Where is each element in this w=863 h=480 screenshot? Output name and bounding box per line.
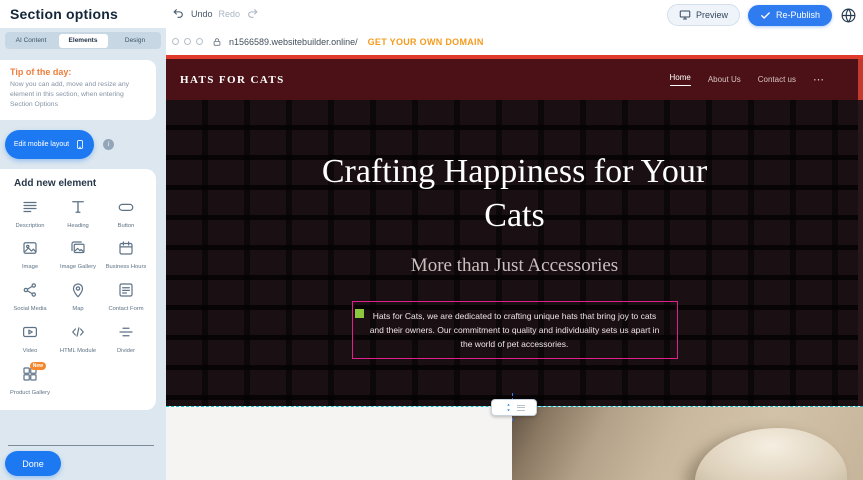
contact-form-icon [117,281,135,299]
add-element-button[interactable]: Button [102,198,150,231]
browser-dot [196,38,203,45]
business-hours-icon [117,239,135,257]
browser-dot [184,38,191,45]
hero-right-strip [858,100,863,406]
main-preview: n1566589.websitebuilder.online/ GET YOUR… [166,28,863,480]
hero-paragraph-box[interactable]: Hats for Cats, we are dedicated to craft… [352,301,678,359]
site-logo[interactable]: HATS FOR CATS [180,74,285,86]
add-element-divider[interactable]: Divider [102,323,150,356]
globe-icon[interactable] [840,7,857,24]
add-element-product-gallery[interactable]: New Product Gallery [6,365,54,398]
nav-more-icon[interactable]: ⋯ [813,73,825,86]
topbar-actions: Preview Re-Publish [667,4,857,26]
redo-button[interactable]: Redo [219,9,241,19]
site-canvas: HATS FOR CATS Home About Us Contact us ⋯… [166,55,863,480]
video-icon [21,323,39,341]
app: Section options Undo Redo Preview Re-Pub… [0,0,863,480]
next-section [166,407,863,480]
monitor-icon [679,9,691,21]
heading-icon [69,198,87,216]
image-icon [21,239,39,257]
page-title: Section options [10,6,118,22]
site-url: n1566589.websitebuilder.online/ [229,37,358,47]
cat-photo[interactable] [512,407,863,480]
add-element-contact-form[interactable]: Contact Form [102,281,150,314]
add-element-business-hours[interactable]: Business Hours [102,239,150,272]
button-icon [117,198,135,216]
sidebar-tabs: AI Content Elements Design [5,32,161,49]
element-grid: Description Heading Button Image Image G… [2,198,154,398]
sidebar-divider [8,445,154,446]
redo-icon[interactable] [246,7,259,20]
tab-ai-content[interactable]: AI Content [7,34,56,48]
check-icon [760,10,771,21]
site-nav: Home About Us Contact us ⋯ [670,73,826,86]
sidebar: AI Content Elements Design Tip of the da… [0,28,166,480]
tip-card: Tip of the day: Now you can add, move an… [0,60,156,120]
map-icon [69,281,87,299]
tip-title: Tip of the day: [10,67,147,77]
description-icon [21,198,39,216]
resize-arrows-icon [504,402,513,413]
edit-mobile-layout-button[interactable]: Edit mobile layout [5,130,94,159]
divider-icon [117,323,135,341]
cat-shape [695,428,847,480]
add-element-image-gallery[interactable]: Image Gallery [54,239,102,272]
add-element-image[interactable]: Image [6,239,54,272]
element-drag-handle[interactable] [355,309,364,318]
add-element-video[interactable]: Video [6,323,54,356]
add-element-description[interactable]: Description [6,198,54,231]
phone-icon [75,137,85,152]
add-element-panel: Add new element Description Heading Butt… [0,169,156,410]
add-element-map[interactable]: Map [54,281,102,314]
new-badge: New [30,362,46,370]
edit-mobile-layout-label: Edit mobile layout [14,141,69,148]
republish-button[interactable]: Re-Publish [748,5,832,26]
info-icon[interactable]: i [103,139,114,150]
add-element-html-module[interactable]: HTML Module [54,323,102,356]
hero-heading[interactable]: Crafting Happiness for Your Cats [315,100,715,237]
preview-label: Preview [696,10,728,20]
undo-button[interactable]: Undo [191,9,213,19]
add-element-title: Add new element [14,178,154,189]
hero-subheading[interactable]: More than Just Accessories [166,255,863,277]
get-domain-link[interactable]: GET YOUR OWN DOMAIN [368,37,484,47]
site-header[interactable]: HATS FOR CATS Home About Us Contact us ⋯ [166,59,863,100]
html-module-icon [69,323,87,341]
topbar: Section options Undo Redo Preview Re-Pub… [0,0,863,28]
header-right-strip [858,59,863,100]
add-element-social-media[interactable]: Social Media [6,281,54,314]
image-gallery-icon [69,239,87,257]
browser-bar: n1566589.websitebuilder.online/ GET YOUR… [166,28,863,55]
nav-item-about[interactable]: About Us [708,75,741,84]
tip-body: Now you can add, move and resize any ele… [10,80,147,111]
undo-icon[interactable] [172,7,185,20]
lock-icon [212,37,222,47]
add-element-heading[interactable]: Heading [54,198,102,231]
hero-paragraph: Hats for Cats, we are dedicated to craft… [370,311,660,349]
resize-grip-icon [517,405,525,411]
tab-elements[interactable]: Elements [59,34,108,48]
hero-section[interactable]: Crafting Happiness for Your Cats More th… [166,100,863,406]
social-media-icon [21,281,39,299]
nav-item-contact[interactable]: Contact us [758,75,796,84]
browser-dot [172,38,179,45]
history-controls: Undo Redo [172,7,259,20]
mobile-layout-row: Edit mobile layout i [5,130,166,159]
republish-label: Re-Publish [776,10,820,20]
nav-item-home[interactable]: Home [670,73,691,86]
preview-button[interactable]: Preview [667,4,740,26]
done-button[interactable]: Done [5,451,61,476]
tab-design[interactable]: Design [111,34,160,48]
section-resize-handle[interactable] [491,399,537,416]
